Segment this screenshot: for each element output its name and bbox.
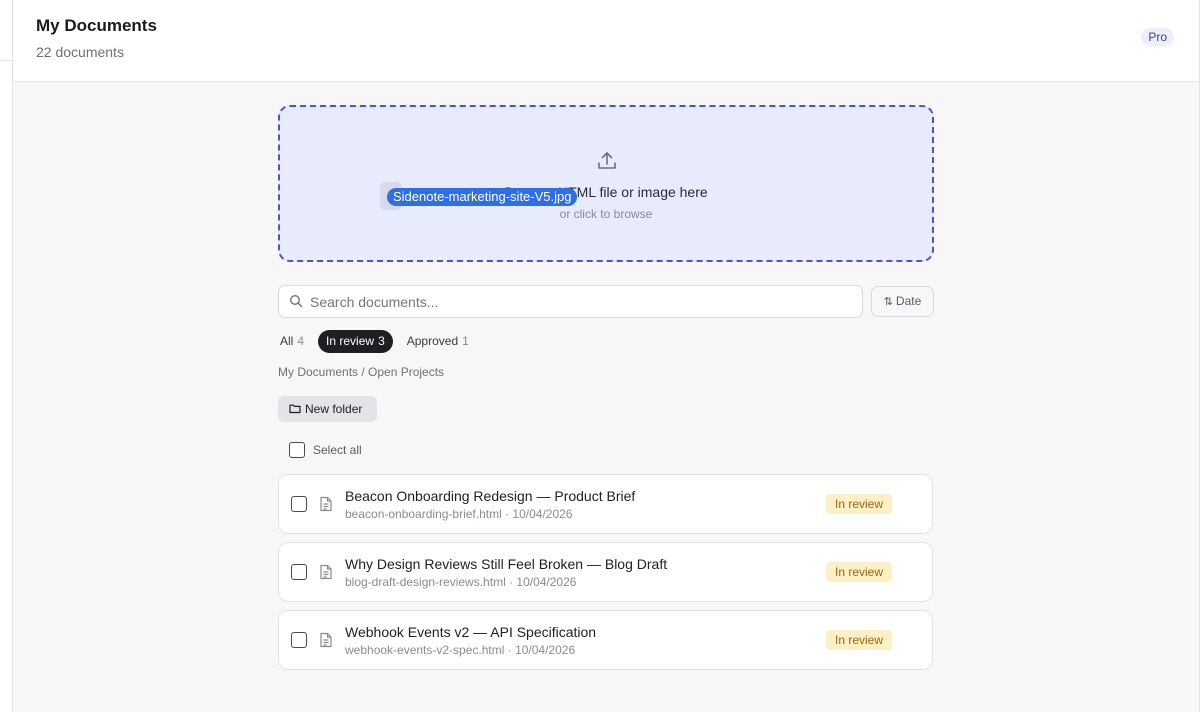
select-all-checkbox[interactable]	[289, 442, 305, 458]
filter-tabs: All 4 In review 3 Approved 1	[280, 330, 483, 353]
filter-tab-all[interactable]: All 4	[272, 330, 312, 353]
dropzone-subtext: or click to browse	[559, 207, 653, 221]
search-icon	[289, 294, 303, 308]
status-badge: In review	[826, 562, 892, 582]
page-title: My Documents	[36, 16, 157, 35]
search-box[interactable]	[278, 285, 863, 318]
search-input[interactable]	[310, 286, 850, 317]
filter-count: 3	[378, 334, 385, 348]
dropzone-prompt: Drop an HTML file or image here	[504, 184, 708, 200]
document-row[interactable]: Beacon Onboarding Redesign — Product Bri…	[278, 474, 933, 534]
sort-label: Date	[895, 294, 922, 308]
folder-icon	[289, 404, 301, 414]
upload-dropzone[interactable]: Drop an HTML file or image here or click…	[278, 105, 934, 262]
breadcrumb[interactable]: My Documents / Open Projects	[278, 365, 444, 379]
sort-date-button[interactable]: ⇅ Date	[871, 286, 934, 317]
filter-label: All	[280, 334, 294, 348]
file-icon	[320, 564, 332, 580]
row-checkbox[interactable]	[291, 564, 307, 580]
document-title[interactable]: Webhook Events v2 — API Specification	[345, 624, 596, 640]
document-title[interactable]: Why Design Reviews Still Feel Broken — B…	[345, 556, 667, 572]
file-icon	[320, 632, 332, 648]
new-folder-button[interactable]: New folder	[278, 396, 377, 422]
filter-tab-approved[interactable]: Approved 1	[399, 330, 477, 353]
filter-label: In review	[326, 334, 375, 348]
sidebar-divider	[0, 60, 12, 61]
status-badge: In review	[826, 630, 892, 650]
document-meta: blog-draft-design-reviews.html · 10/04/2…	[345, 575, 577, 589]
select-all-label: Select all	[313, 443, 362, 457]
document-title[interactable]: Beacon Onboarding Redesign — Product Bri…	[345, 488, 635, 504]
row-checkbox[interactable]	[291, 496, 307, 512]
new-folder-label: New folder	[305, 402, 363, 416]
document-row[interactable]: Why Design Reviews Still Feel Broken — B…	[278, 542, 933, 602]
status-badge: In review	[826, 494, 892, 514]
filter-label: Approved	[406, 334, 459, 348]
document-row[interactable]: Webhook Events v2 — API Specification we…	[278, 610, 933, 670]
file-icon	[320, 496, 332, 512]
upload-icon	[598, 152, 616, 169]
filter-count: 4	[297, 334, 305, 348]
document-meta: webhook-events-v2-spec.html · 10/04/2026	[345, 643, 576, 657]
document-meta: beacon-onboarding-brief.html · 10/04/202…	[345, 507, 573, 521]
page-header: My Documents 22 documents Pro	[13, 0, 1199, 82]
document-count: 22 documents	[36, 44, 124, 60]
row-checkbox[interactable]	[291, 632, 307, 648]
sort-icon: ⇅	[883, 296, 893, 308]
filter-count: 1	[462, 334, 469, 348]
filter-tab-in-review[interactable]: In review 3	[318, 330, 393, 353]
dragged-file-label: Sidenote-marketing-site-V5.jpg	[387, 188, 578, 206]
plan-badge: Pro	[1141, 28, 1174, 46]
